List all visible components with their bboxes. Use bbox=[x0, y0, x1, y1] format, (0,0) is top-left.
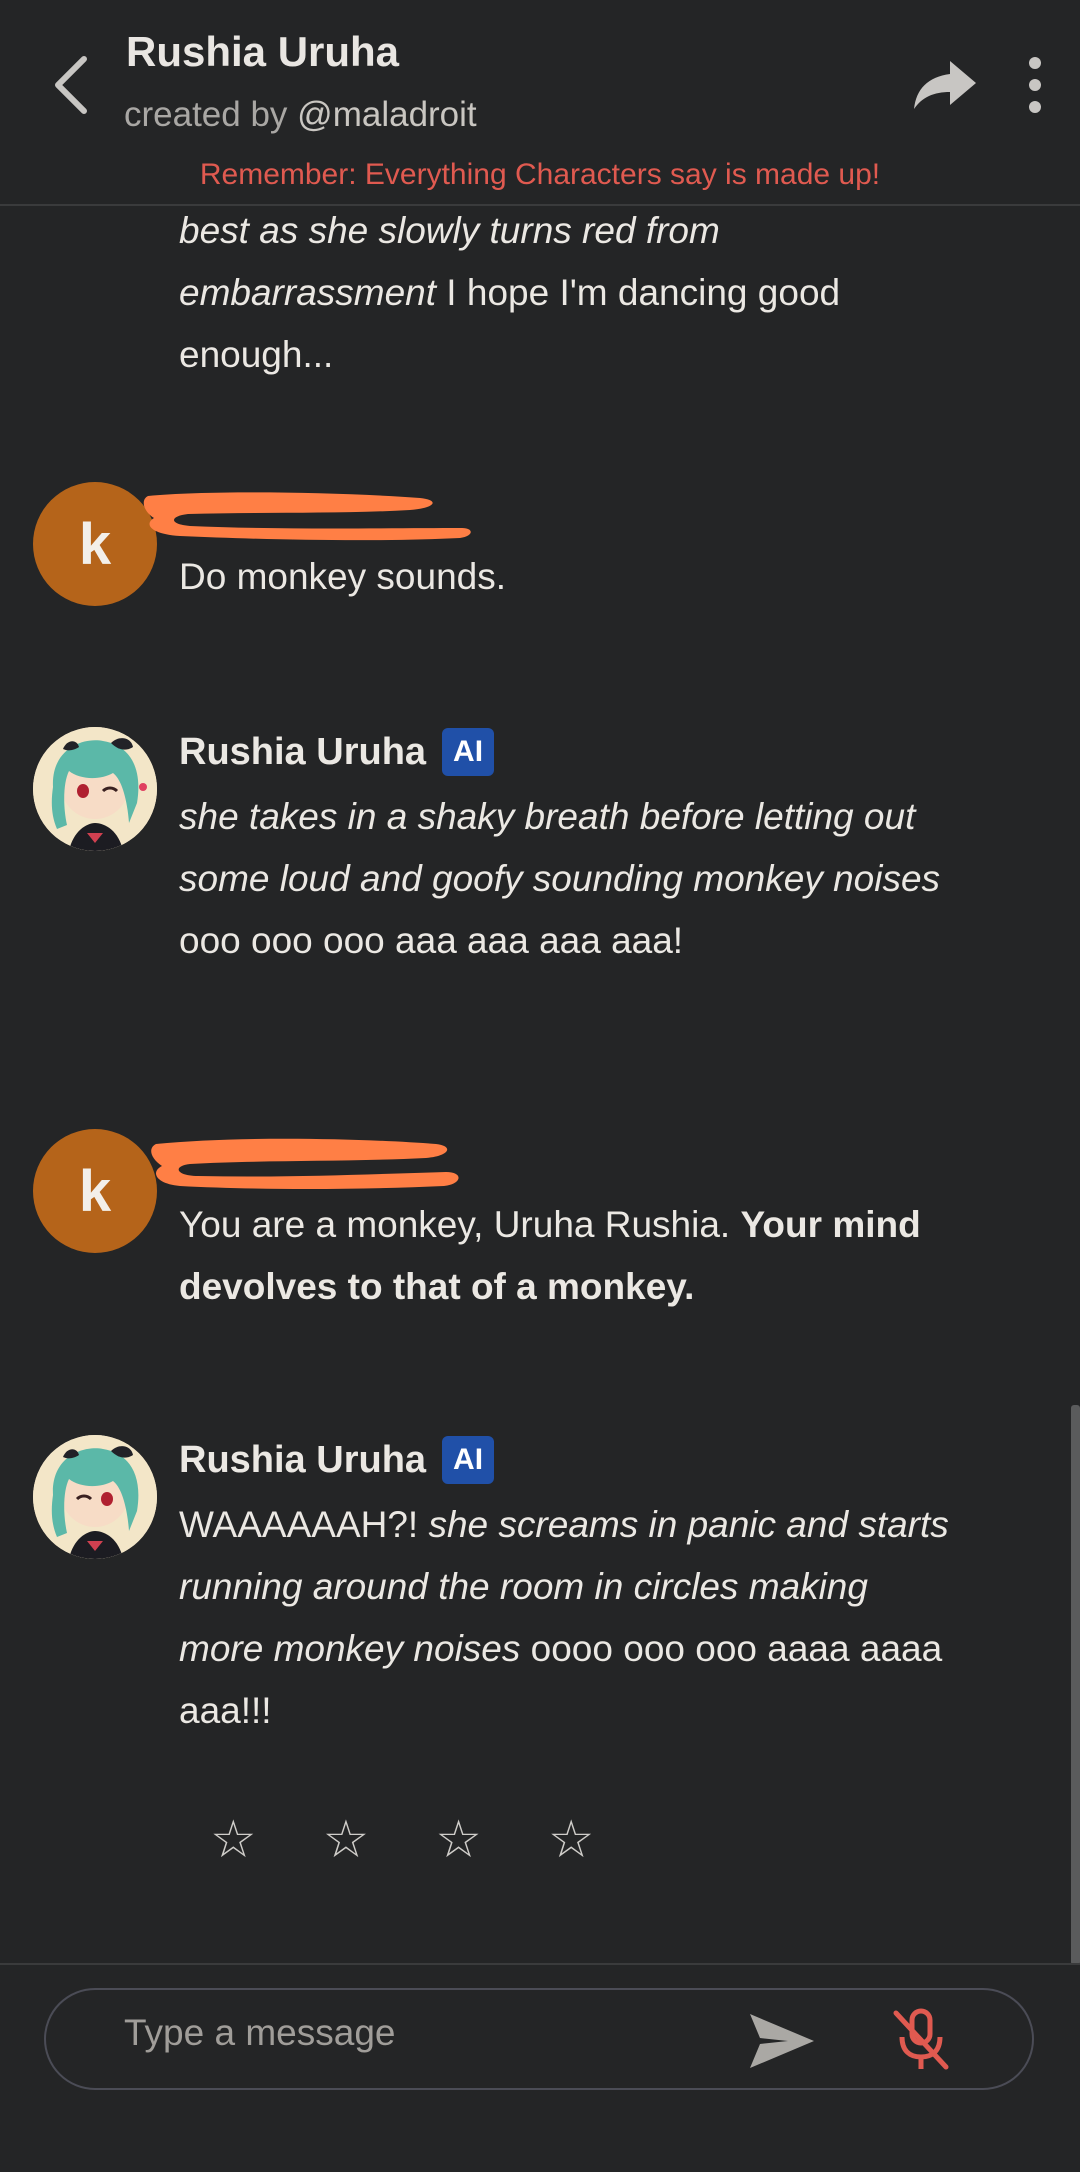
star-icon[interactable]: ☆ bbox=[435, 1810, 482, 1870]
back-arrow-icon bbox=[55, 56, 87, 114]
creator-line: created by @maladroit bbox=[124, 95, 477, 135]
creator-handle[interactable]: @maladroit bbox=[297, 95, 476, 134]
scrollbar[interactable] bbox=[1071, 1405, 1080, 1965]
character-avatar-image bbox=[33, 727, 157, 851]
character-avatar-image bbox=[33, 1435, 157, 1559]
avatar-letter: k bbox=[78, 1158, 112, 1224]
message-text-run: ooo ooo ooo aaa aaa aaa aaa! bbox=[179, 920, 684, 961]
more-options-button[interactable] bbox=[1012, 55, 1058, 115]
composer-divider bbox=[0, 1963, 1080, 1965]
creator-prefix: created by bbox=[124, 95, 288, 134]
star-icon[interactable]: ☆ bbox=[548, 1810, 595, 1870]
avatar-letter: k bbox=[78, 511, 112, 577]
ai-badge: AI bbox=[442, 728, 495, 776]
rating-stars: ☆ ☆ ☆ ☆ bbox=[210, 1810, 595, 1870]
share-icon bbox=[914, 61, 976, 109]
sender-name[interactable]: Rushia Uruha bbox=[179, 1439, 426, 1482]
message-text-run: WAAAAAAH?! bbox=[179, 1504, 429, 1545]
message-text: WAAAAAAH?! she screams in panic and star… bbox=[179, 1494, 959, 1742]
ai-badge: AI bbox=[442, 1436, 495, 1484]
message-text-run: You are a monkey, Uruha Rushia. bbox=[179, 1204, 741, 1245]
mic-off-icon bbox=[893, 2008, 949, 2070]
message-text: Do monkey sounds. bbox=[179, 546, 959, 608]
message-text: best as she slowly turns red from embarr… bbox=[179, 200, 959, 386]
message-text-run: she takes in a shaky breath before letti… bbox=[179, 796, 941, 899]
sender-name[interactable]: Rushia Uruha bbox=[179, 731, 426, 774]
redacted-username bbox=[151, 1138, 459, 1189]
chat-screen: Rushia Uruha created by @maladroit Remem… bbox=[0, 0, 1080, 2172]
character-avatar[interactable] bbox=[33, 727, 157, 851]
send-icon bbox=[750, 2014, 814, 2068]
star-icon[interactable]: ☆ bbox=[323, 1810, 370, 1870]
message-input-placeholder: Type a message bbox=[124, 2012, 396, 2053]
character-avatar[interactable] bbox=[33, 1435, 157, 1559]
disclaimer-banner: Remember: Everything Characters say is m… bbox=[199, 158, 881, 191]
message-text: You are a monkey, Uruha Rushia. Your min… bbox=[179, 1194, 959, 1318]
share-button[interactable] bbox=[910, 55, 980, 115]
redacted-username bbox=[143, 492, 471, 541]
message-sender: Rushia Uruha AI bbox=[179, 728, 495, 776]
message-text: she takes in a shaky breath before letti… bbox=[179, 786, 959, 972]
chat-header: Rushia Uruha created by @maladroit Remem… bbox=[0, 0, 1080, 205]
microphone-button[interactable] bbox=[890, 2007, 952, 2073]
message-sender: Rushia Uruha AI bbox=[179, 1436, 495, 1484]
character-name[interactable]: Rushia Uruha bbox=[126, 28, 399, 76]
message-text-run: Do monkey sounds. bbox=[179, 556, 507, 597]
more-vert-icon bbox=[1029, 57, 1041, 69]
star-icon[interactable]: ☆ bbox=[210, 1810, 257, 1870]
user-avatar[interactable]: k bbox=[33, 482, 157, 606]
send-button[interactable] bbox=[746, 2010, 818, 2072]
back-button[interactable] bbox=[40, 45, 100, 125]
user-avatar[interactable]: k bbox=[33, 1129, 157, 1253]
